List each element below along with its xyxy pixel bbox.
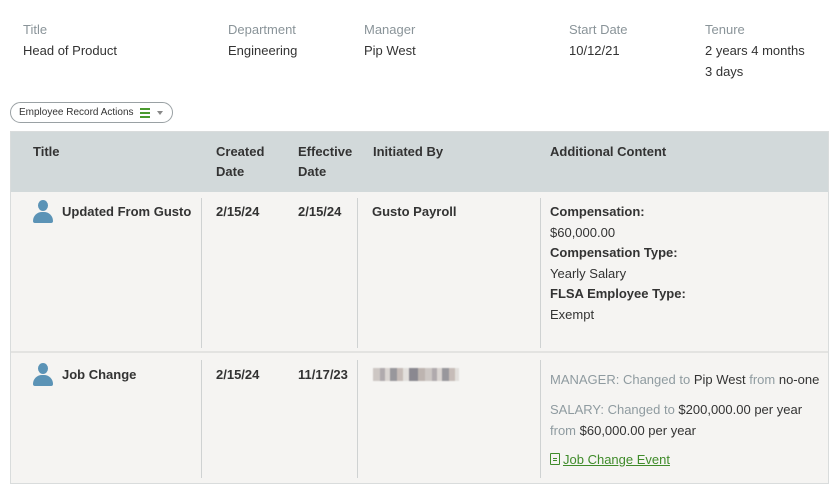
compensation-type-value: Yearly Salary bbox=[550, 265, 627, 281]
compensation-type-label: Compensation Type: bbox=[550, 245, 678, 260]
row-additional-content: MANAGER: Changed to Pip West from no-one… bbox=[550, 369, 825, 470]
summary-title-label: Title bbox=[23, 22, 48, 37]
employee-summary: Title Head of Product Department Enginee… bbox=[0, 20, 837, 86]
manager-change-prefix: MANAGER: Changed to bbox=[550, 372, 691, 387]
header-effective-line2: Date bbox=[298, 164, 327, 179]
summary-start-date-label: Start Date bbox=[569, 22, 628, 37]
person-icon bbox=[33, 363, 53, 387]
summary-department-label: Department bbox=[228, 22, 296, 37]
summary-manager-value: Pip West bbox=[364, 43, 416, 58]
header-initiated-by[interactable]: Initiated By bbox=[373, 142, 443, 162]
flsa-type-label: FLSA Employee Type: bbox=[550, 286, 686, 301]
header-created-line1: Created bbox=[216, 144, 265, 159]
summary-title-value: Head of Product bbox=[23, 43, 117, 58]
compensation-value: $60,000.00 bbox=[550, 224, 616, 240]
summary-manager: Manager Pip West bbox=[364, 20, 416, 61]
manager-change-from-word: from bbox=[749, 372, 776, 387]
summary-title: Title Head of Product bbox=[23, 20, 117, 61]
salary-change-from: $60,000.00 per year bbox=[579, 423, 696, 438]
job-change-event-link[interactable]: Job Change Event bbox=[550, 449, 825, 470]
summary-manager-label: Manager bbox=[364, 22, 416, 37]
column-divider bbox=[357, 198, 358, 348]
table-row: Updated From Gusto 2/15/24 2/15/24 Gusto… bbox=[11, 192, 828, 353]
summary-department: Department Engineering bbox=[228, 20, 297, 61]
employee-record-actions-button[interactable]: Employee Record Actions bbox=[10, 102, 173, 123]
row-initiated-by: Gusto Payroll bbox=[372, 204, 457, 219]
table-header: Title Created Date Effective Date Initia… bbox=[11, 132, 828, 192]
header-effective-date[interactable]: Effective Date bbox=[298, 142, 352, 182]
salary-change-to: $200,000.00 per year bbox=[678, 402, 803, 417]
row-created-date: 2/15/24 bbox=[216, 204, 260, 219]
summary-tenure-value-line1: 2 years 4 months bbox=[705, 43, 805, 58]
row-additional-content: Compensation: $60,000.00 Compensation Ty… bbox=[550, 202, 686, 325]
job-change-event-label[interactable]: Job Change Event bbox=[563, 452, 670, 467]
summary-tenure-label: Tenure bbox=[705, 22, 745, 37]
list-icon bbox=[139, 108, 150, 118]
header-created-date[interactable]: Created Date bbox=[216, 142, 264, 182]
salary-change-from-word: from bbox=[550, 423, 576, 438]
compensation-label: Compensation: bbox=[550, 204, 645, 219]
salary-change: SALARY: Changed to $200,000.00 per year … bbox=[550, 399, 825, 441]
header-effective-line1: Effective bbox=[298, 144, 353, 159]
summary-tenure-value-line2: 3 days bbox=[705, 64, 744, 79]
header-additional-content[interactable]: Additional Content bbox=[550, 142, 666, 162]
header-created-line2: Date bbox=[216, 164, 245, 179]
table-row: Job Change 2/15/24 11/17/23 MANAGER: Cha… bbox=[11, 355, 828, 483]
summary-start-date-value: 10/12/21 bbox=[569, 43, 620, 58]
column-divider bbox=[201, 198, 202, 348]
row-effective-date: 2/15/24 bbox=[298, 204, 342, 219]
manager-change: MANAGER: Changed to Pip West from no-one bbox=[550, 369, 825, 390]
manager-change-from: no-one bbox=[778, 372, 820, 387]
chevron-down-icon bbox=[156, 110, 163, 115]
employee-record-table: Title Created Date Effective Date Initia… bbox=[10, 131, 829, 484]
manager-change-to: Pip West bbox=[693, 372, 746, 387]
row-effective-date: 11/17/23 bbox=[298, 367, 348, 382]
column-divider bbox=[201, 360, 202, 478]
summary-tenure: Tenure 2 years 4 months 3 days bbox=[705, 20, 805, 82]
summary-department-value: Engineering bbox=[228, 43, 298, 58]
column-divider bbox=[540, 360, 541, 478]
row-title: Updated From Gusto bbox=[62, 204, 192, 219]
salary-change-prefix: SALARY: Changed to bbox=[550, 402, 675, 417]
flsa-type-value: Exempt bbox=[550, 306, 595, 322]
row-created-date: 2/15/24 bbox=[216, 367, 260, 382]
redacted-initiator bbox=[373, 368, 459, 381]
summary-start-date: Start Date 10/12/21 bbox=[569, 20, 628, 61]
employee-record-actions-label: Employee Record Actions bbox=[19, 107, 134, 118]
person-icon bbox=[33, 200, 53, 224]
column-divider bbox=[540, 198, 541, 348]
header-title[interactable]: Title bbox=[33, 142, 60, 162]
document-icon bbox=[550, 453, 560, 465]
row-title: Job Change bbox=[62, 367, 137, 382]
column-divider bbox=[357, 360, 358, 478]
